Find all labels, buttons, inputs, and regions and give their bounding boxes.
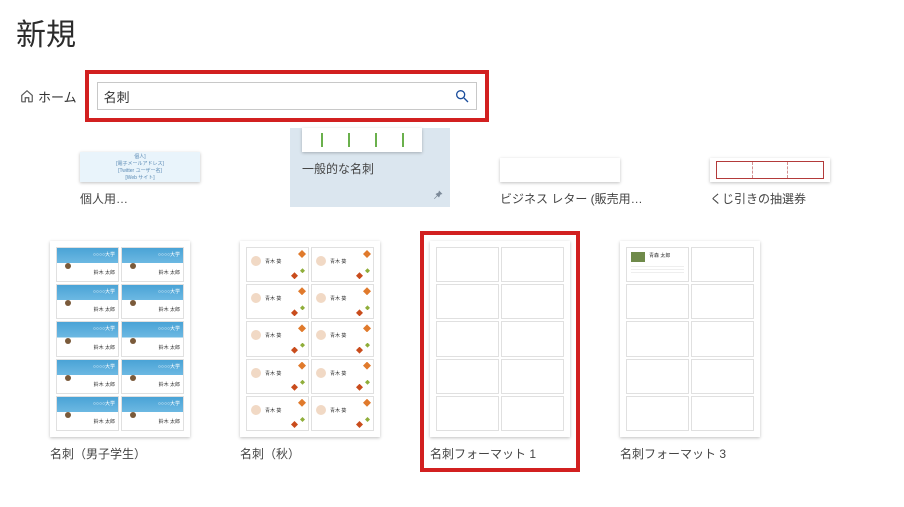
template-thumb	[710, 158, 830, 182]
search-box[interactable]	[97, 82, 477, 110]
template-autumn[interactable]: 青木 葵 青木 葵 青木 葵 青木 葵 青木 葵 青木 葵 青木 葵 青木 葵 …	[240, 241, 380, 462]
template-label: 名刺（男子学生）	[50, 445, 190, 462]
template-thumb: 個人][電子メールアドレス][Twitter ユーザー名][Web サイト]	[80, 152, 200, 182]
template-label: くじ引きの抽選券	[710, 190, 870, 207]
search-icon[interactable]	[454, 88, 470, 104]
home-link[interactable]: ホーム	[20, 87, 77, 106]
pin-icon[interactable]	[432, 189, 444, 201]
search-highlight	[85, 70, 489, 122]
template-label: 名刺フォーマット 3	[620, 445, 760, 462]
template-thumb	[302, 128, 422, 152]
template-ippan[interactable]: 一般的な名刺	[290, 128, 450, 207]
template-highlight: 名刺フォーマット 1	[420, 231, 580, 472]
template-thumb	[430, 241, 570, 437]
template-kuji[interactable]: くじ引きの抽選券	[710, 158, 870, 207]
template-thumb: ○○○○大学鈴木 太郎 ○○○○大学鈴木 太郎 ○○○○大学鈴木 太郎 ○○○○…	[50, 241, 190, 437]
template-label: 一般的な名刺	[302, 160, 432, 177]
template-kojin[interactable]: 個人][電子メールアドレス][Twitter ユーザー名][Web サイト] 個…	[80, 152, 240, 207]
search-input[interactable]	[104, 89, 454, 104]
template-label: ビジネス レター (販売用…	[500, 190, 660, 207]
template-format-1[interactable]: 名刺フォーマット 1	[430, 241, 570, 462]
template-thumb	[500, 158, 620, 182]
template-letter[interactable]: ビジネス レター (販売用…	[500, 158, 660, 207]
template-label: 名刺フォーマット 1	[430, 445, 570, 462]
template-format-3[interactable]: 青森 太郎 名刺フォーマット 3	[620, 241, 760, 462]
page-title: 新規	[16, 10, 884, 54]
template-boy-student[interactable]: ○○○○大学鈴木 太郎 ○○○○大学鈴木 太郎 ○○○○大学鈴木 太郎 ○○○○…	[50, 241, 190, 462]
template-label: 名刺（秋）	[240, 445, 380, 462]
template-thumb: 青森 太郎	[620, 241, 760, 437]
home-label: ホーム	[38, 87, 77, 106]
home-icon	[20, 89, 34, 103]
template-label: 個人用…	[80, 190, 240, 207]
template-thumb: 青木 葵 青木 葵 青木 葵 青木 葵 青木 葵 青木 葵 青木 葵 青木 葵 …	[240, 241, 380, 437]
